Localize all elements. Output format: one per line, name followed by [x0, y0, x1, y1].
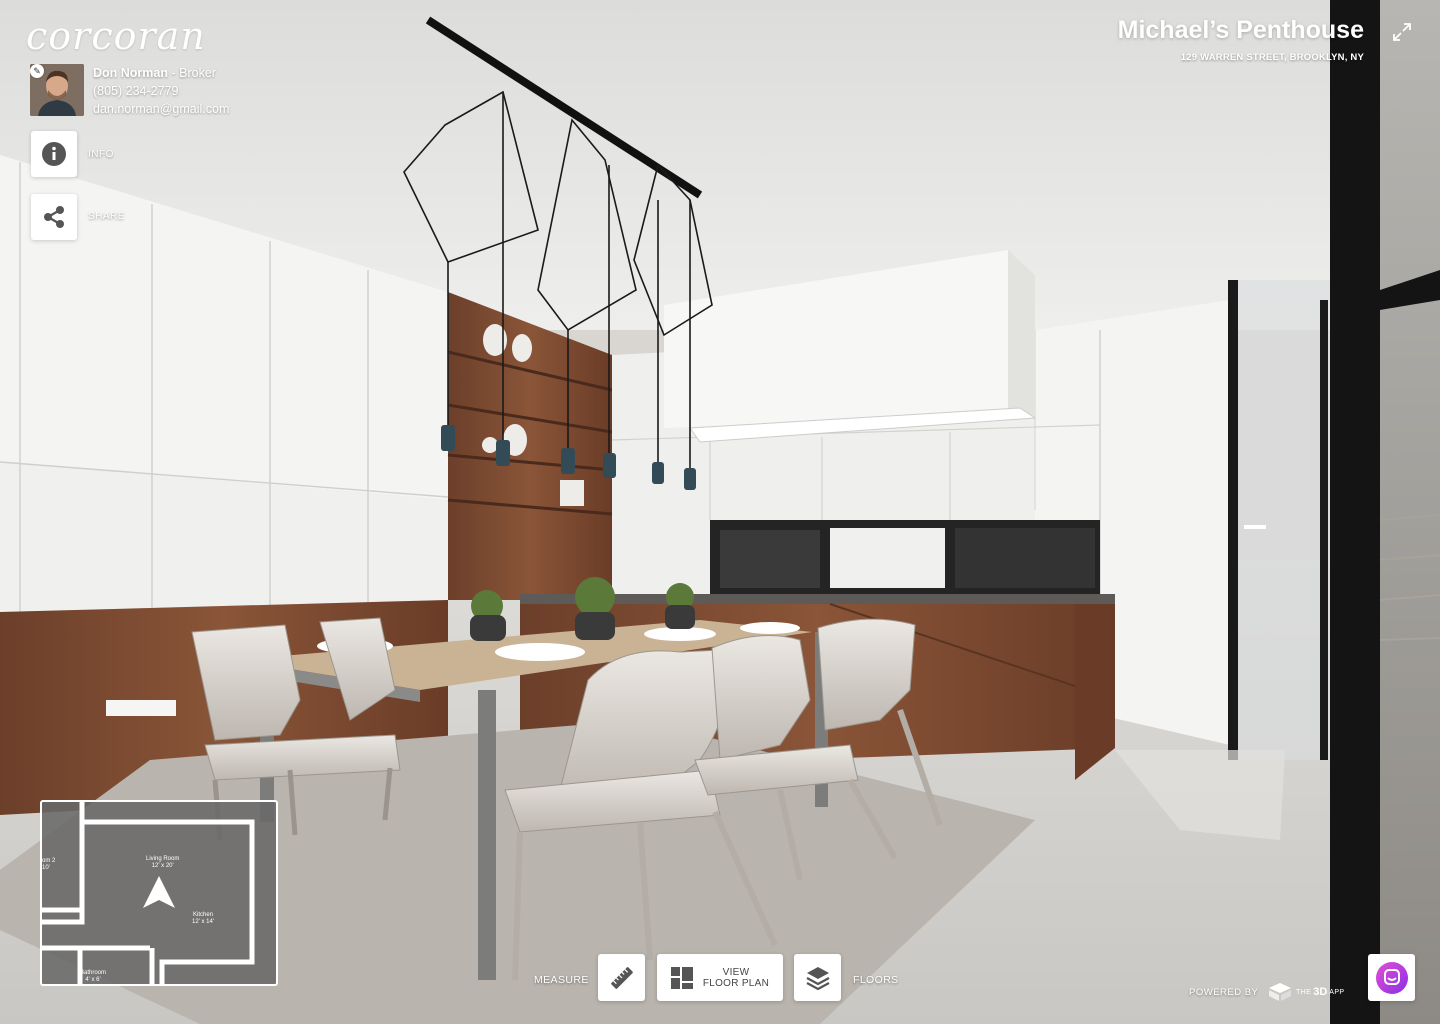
share-button[interactable]: [31, 194, 77, 240]
powered-by-label: POWERED BY: [1189, 987, 1259, 998]
corcoran-logo: corcoran: [26, 14, 206, 58]
logo-app-text: APP: [1329, 988, 1345, 996]
chat-button[interactable]: [1368, 954, 1415, 1001]
room-label-kitchen: Kitchen 12' x 14': [192, 912, 214, 925]
room-label-bathroom: Bathroom 4' x 6': [80, 970, 107, 983]
room-label-living: Living Room 12' x 20': [146, 856, 180, 869]
share-icon: [44, 206, 64, 228]
agent-email[interactable]: dan.norman@gmail.com: [93, 100, 229, 118]
minimap[interactable]: Living Room 12' x 20' Kitchen 12' x 14' Ba…: [40, 800, 278, 986]
info-icon: [42, 142, 66, 166]
ruler-icon: [610, 966, 633, 989]
share-label[interactable]: SHARE: [88, 211, 125, 222]
measure-button[interactable]: [598, 954, 645, 1001]
room-label-bedroom-2: om 2 10': [42, 858, 56, 871]
floors-button[interactable]: [794, 954, 841, 1001]
layers-icon: [805, 966, 830, 990]
agent-card: ✎ Don Norman - Broker (805) 234-2779 dan…: [24, 64, 229, 118]
minimap-floorplan: [42, 802, 255, 984]
info-label[interactable]: INFO: [88, 149, 114, 160]
agent-phone[interactable]: (805) 234-2779: [93, 82, 229, 100]
chat-icon: [1375, 961, 1408, 994]
info-button[interactable]: [31, 131, 77, 177]
view-floor-plan-button[interactable]: VIEW FLOOR PLAN: [657, 954, 783, 1001]
floor-plan-label-line1: VIEW: [722, 966, 750, 978]
listing-title: Michael’s Penthouse: [1117, 16, 1364, 44]
agent-avatar[interactable]: ✎: [30, 64, 84, 116]
edit-icon[interactable]: ✎: [30, 64, 44, 78]
agent-role: - Broker: [171, 66, 216, 80]
floor-plan-label-line2: FLOOR PLAN: [702, 977, 770, 989]
the3d-app-logo[interactable]: THE 3D APP: [1268, 982, 1344, 1002]
listing-address: 129 WARREN STREET, BROOKLYN, NY: [1180, 52, 1364, 63]
measure-label[interactable]: MEASURE: [534, 974, 589, 986]
logo-3d-text: 3D: [1313, 986, 1328, 998]
floor-plan-icon: [670, 966, 693, 989]
floors-label[interactable]: FLOORS: [853, 974, 899, 986]
location-arrow-icon: [143, 876, 175, 908]
the3d-logo-icon: [1269, 983, 1291, 1001]
logo-the-text: THE: [1296, 988, 1312, 996]
expand-icon[interactable]: [1392, 22, 1412, 42]
agent-name: Don Norman: [93, 66, 168, 80]
